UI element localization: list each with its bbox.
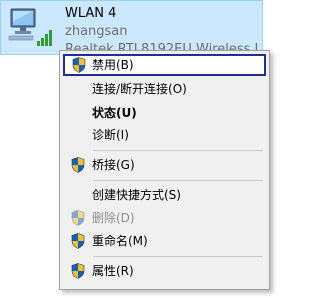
menu-item-label: 属性(R) bbox=[92, 264, 134, 278]
uac-shield-icon bbox=[63, 157, 92, 173]
menu-item-delete: 删除(D) bbox=[63, 207, 266, 229]
menu-item-rename[interactable]: 重命名(M) bbox=[63, 230, 266, 252]
menu-item-label: 删除(D) bbox=[92, 211, 135, 225]
menu-item-label: 诊断(I) bbox=[92, 128, 129, 142]
network-adapter-item[interactable]: WLAN 4 zhangsan Realtek RTL8192EU Wirele… bbox=[0, 0, 263, 55]
menu-item-label: 重命名(M) bbox=[92, 234, 148, 248]
uac-shield-icon bbox=[63, 210, 92, 226]
adapter-ssid: zhangsan bbox=[65, 24, 128, 39]
menu-item-label: 连接/断开连接(O) bbox=[92, 82, 187, 96]
menu-separator bbox=[93, 180, 263, 181]
menu-item-create-shortcut[interactable]: 创建快捷方式(S) bbox=[63, 184, 266, 206]
wireless-adapter-icon bbox=[5, 7, 55, 51]
menu-item-properties[interactable]: 属性(R) bbox=[63, 260, 266, 282]
uac-shield-icon bbox=[63, 233, 92, 249]
menu-item-diagnose[interactable]: 诊断(I) bbox=[63, 124, 266, 146]
menu-separator bbox=[93, 256, 263, 257]
menu-separator bbox=[93, 150, 263, 151]
menu-item-label: 状态(U) bbox=[92, 106, 137, 120]
menu-item-disable[interactable]: 禁用(B) bbox=[63, 54, 266, 76]
menu-item-label: 桥接(G) bbox=[92, 158, 135, 172]
menu-item-connect-disconnect[interactable]: 连接/断开连接(O) bbox=[63, 78, 266, 100]
adapter-name: WLAN 4 bbox=[65, 6, 117, 21]
context-menu: 禁用(B) 连接/断开连接(O) 状态(U) 诊断(I) 桥接(G) 创建快捷方… bbox=[59, 50, 270, 290]
uac-shield-icon bbox=[63, 263, 92, 279]
uac-shield-icon bbox=[65, 57, 92, 73]
menu-item-bridge[interactable]: 桥接(G) bbox=[63, 154, 266, 176]
menu-item-label: 创建快捷方式(S) bbox=[92, 188, 181, 202]
menu-item-label: 禁用(B) bbox=[92, 58, 134, 72]
menu-item-status[interactable]: 状态(U) bbox=[63, 102, 266, 124]
